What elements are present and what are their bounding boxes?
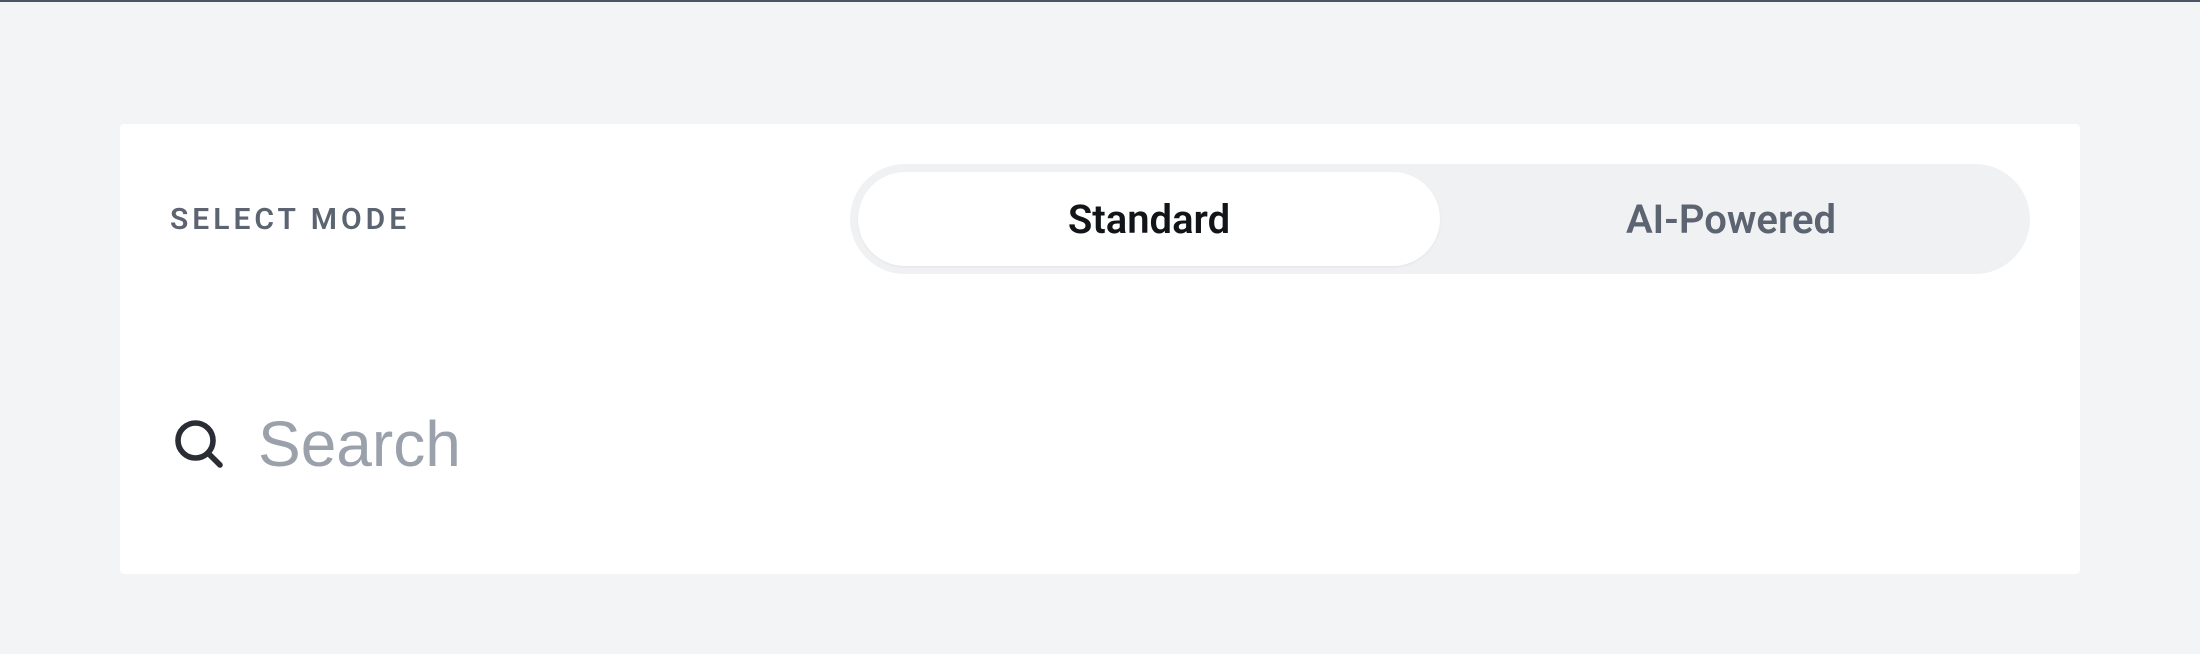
mode-option-ai-powered[interactable]: AI-Powered [1440,172,2022,266]
search-card: SELECT MODE Standard AI-Powered [120,124,2080,574]
mode-segmented-control: Standard AI-Powered [850,164,2030,274]
select-mode-label: SELECT MODE [170,202,410,237]
mode-option-standard[interactable]: Standard [858,172,1440,266]
search-input[interactable] [258,404,2030,484]
mode-row: SELECT MODE Standard AI-Powered [170,169,2030,269]
search-icon [170,415,228,473]
search-row [170,404,2030,484]
